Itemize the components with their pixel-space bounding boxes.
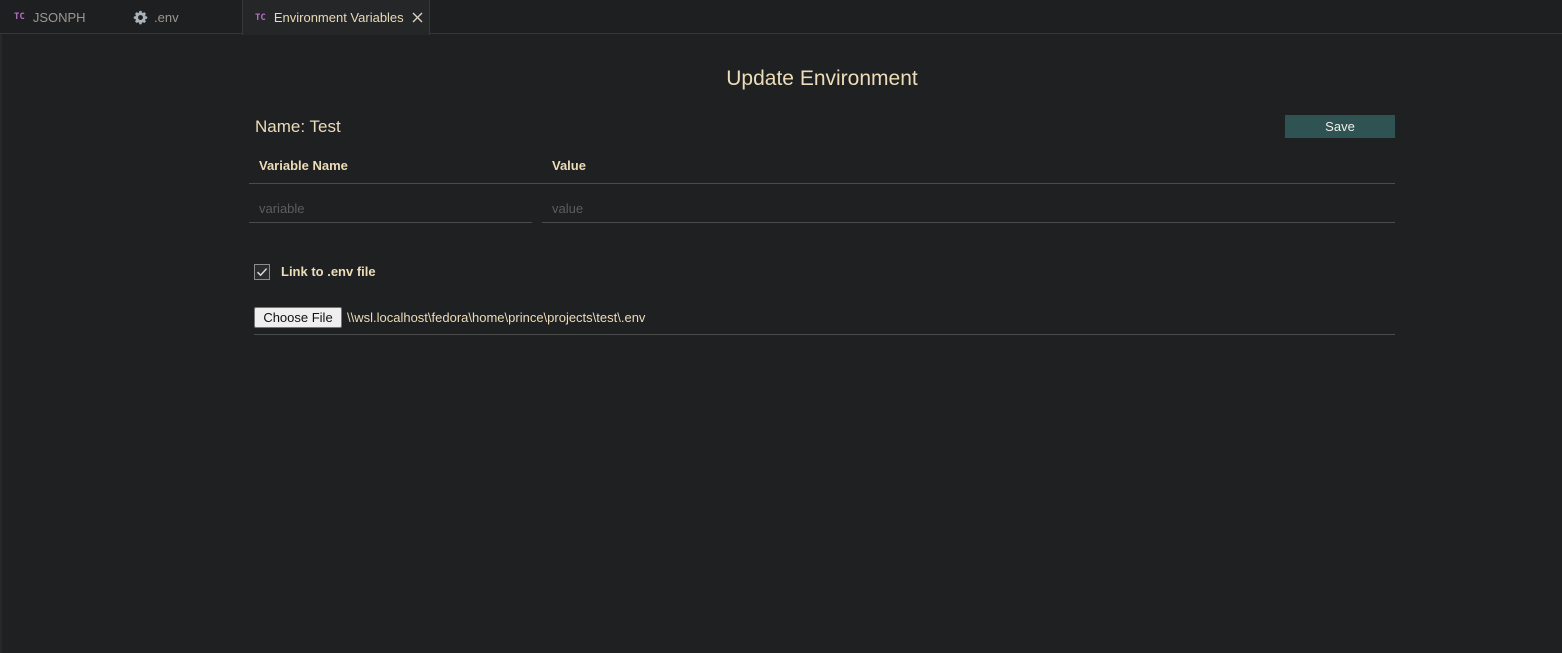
- page-title: Update Environment: [726, 67, 918, 90]
- file-path: \\wsl.localhost\fedora\home\prince\proje…: [347, 310, 646, 325]
- checkmark-icon: [256, 268, 268, 277]
- variable-name-input[interactable]: [249, 195, 532, 223]
- choose-file-button[interactable]: Choose File: [254, 307, 342, 328]
- tab-label: JSONPH: [32, 9, 86, 25]
- tc-file-icon: TC: [255, 12, 266, 23]
- env-file-picker: Choose File \\wsl.localhost\fedora\home\…: [254, 307, 1395, 335]
- tab-environment-variables[interactable]: TC Environment Variables: [242, 0, 430, 35]
- tc-file-icon: TC: [14, 12, 25, 22]
- column-header-variable-name: Variable Name: [259, 158, 348, 173]
- tab-label: Environment Variables: [273, 10, 404, 25]
- column-header-value: Value: [552, 158, 586, 173]
- tab-env[interactable]: .env: [119, 0, 241, 34]
- save-button[interactable]: Save: [1285, 115, 1395, 138]
- close-icon[interactable]: [412, 12, 423, 23]
- gear-icon: [133, 10, 148, 25]
- variable-value-input[interactable]: [542, 195, 1395, 223]
- tab-jsonph[interactable]: TC JSONPH: [0, 0, 120, 34]
- tab-bar: TC JSONPH .env TC Environment Variables: [0, 0, 1562, 35]
- environment-name: Name: Test: [255, 117, 341, 136]
- table-header-divider: [249, 183, 1395, 184]
- tab-label: .env: [154, 9, 179, 25]
- link-env-label: Link to .env file: [281, 264, 376, 279]
- link-env-checkbox[interactable]: [254, 264, 270, 280]
- environment-editor: Update Environment Name: Test Save Varia…: [0, 35, 1562, 653]
